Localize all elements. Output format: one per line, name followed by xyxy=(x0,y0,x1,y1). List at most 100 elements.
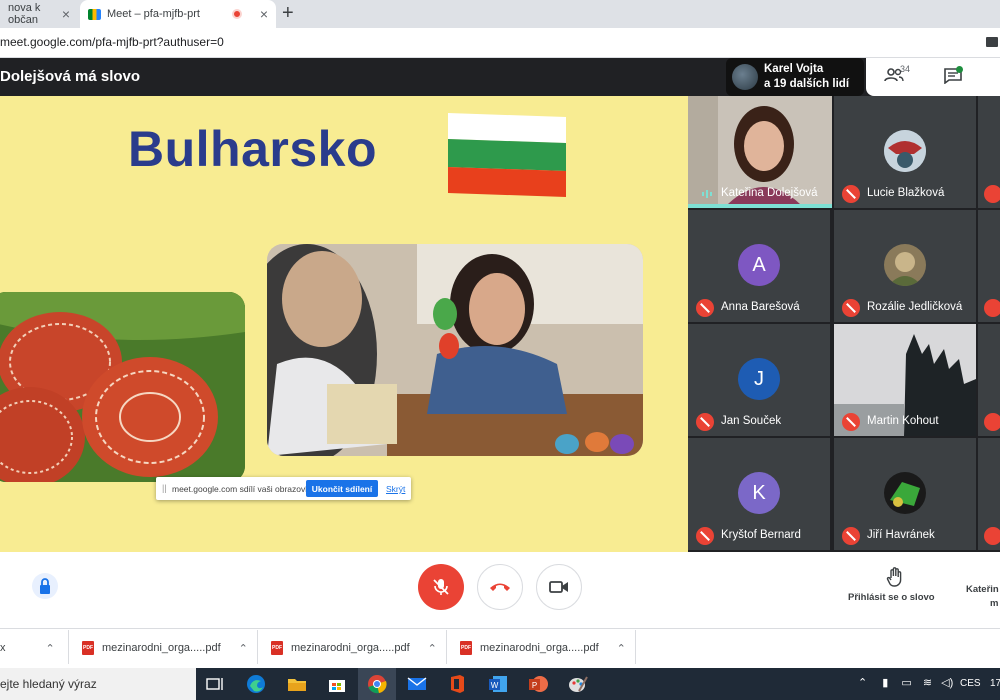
participant-tile[interactable]: K Kryštof Bernard xyxy=(688,438,830,550)
raise-hand-label[interactable]: Přihlásit se o slovo xyxy=(848,592,935,603)
mic-off-icon xyxy=(842,299,860,317)
avatar: K xyxy=(738,472,780,514)
mic-off-icon xyxy=(984,299,1000,317)
tab-label: Meet – pfa-mjfb-prt xyxy=(107,8,200,20)
slide-title: Bulharsko xyxy=(128,121,378,177)
new-tab-button[interactable]: + xyxy=(282,2,294,25)
participant-tile-partial[interactable] xyxy=(978,96,1000,208)
mic-off-icon xyxy=(984,527,1000,545)
avatar xyxy=(884,472,926,514)
avatar: J xyxy=(738,358,780,400)
people-count: 34 xyxy=(900,64,911,74)
participant-tile[interactable]: Rozálie Jedličková xyxy=(834,210,976,322)
participant-name: Martin Kohout xyxy=(867,415,939,427)
camera-icon[interactable] xyxy=(986,37,998,47)
mic-off-icon xyxy=(696,527,714,545)
camera-icon xyxy=(549,581,568,593)
mic-off-icon xyxy=(984,185,1000,203)
download-filename: mezinarodni_orga.....pdf xyxy=(480,642,599,654)
tab-label: nova k občan xyxy=(8,2,41,26)
chevron-up-icon[interactable]: ⌃ xyxy=(617,642,626,655)
file-explorer-icon[interactable] xyxy=(286,673,308,695)
task-view-icon[interactable] xyxy=(204,673,226,695)
mail-icon[interactable] xyxy=(406,673,428,695)
download-item[interactable]: PDF mezinarodni_orga.....pdf ⌃ xyxy=(271,634,437,662)
mic-off-icon xyxy=(696,413,714,431)
participant-tile[interactable]: J Jan Souček xyxy=(688,324,830,436)
paint-icon[interactable] xyxy=(567,673,589,695)
pdf-icon: PDF xyxy=(271,641,283,655)
participant-name: Kateřina Dolejšová xyxy=(721,187,818,199)
pinned-more-people: a 19 dalších lidí xyxy=(764,78,850,90)
download-item[interactable]: PDF mezinarodni_orga.....pdf ⌃ xyxy=(460,634,626,662)
lock-icon[interactable] xyxy=(32,573,58,599)
battery-icon[interactable]: ▭ xyxy=(901,677,911,689)
download-filename: mezinarodni_orga.....pdf xyxy=(291,642,410,654)
mic-off-icon xyxy=(842,413,860,431)
microphone-icon[interactable]: ▮ xyxy=(882,677,888,689)
participant-name: Lucie Blažková xyxy=(867,187,945,199)
chevron-up-icon[interactable]: ⌃ xyxy=(858,677,867,689)
participant-tile[interactable]: A Anna Barešová xyxy=(688,210,830,322)
mic-off-icon xyxy=(842,527,860,545)
url-text[interactable]: meet.google.com/pfa-mjfb-prt?authuser=0 xyxy=(0,35,224,49)
divider xyxy=(635,630,636,664)
bulgaria-flag xyxy=(448,112,566,198)
mic-off-icon xyxy=(984,413,1000,431)
camera-toggle-button[interactable] xyxy=(536,564,582,610)
language-indicator[interactable]: CES xyxy=(960,678,981,689)
participant-tile[interactable]: Kateřina Dolejšová xyxy=(688,96,832,208)
store-icon[interactable] xyxy=(326,673,348,695)
participant-tile-partial[interactable] xyxy=(978,324,1000,436)
drag-handle-icon[interactable]: || xyxy=(162,483,167,493)
participant-name: Anna Barešová xyxy=(721,301,800,313)
clock[interactable]: 17 xyxy=(990,678,1000,689)
wifi-icon[interactable]: ≋ xyxy=(923,677,932,689)
chevron-up-icon[interactable]: ⌃ xyxy=(46,642,55,655)
tab-meet[interactable]: Meet – pfa-mjfb-prt × xyxy=(80,0,276,28)
avatar xyxy=(884,130,926,172)
pdf-icon: PDF xyxy=(82,641,94,655)
avatar xyxy=(732,64,758,90)
download-item[interactable]: x ⌃ xyxy=(0,634,55,662)
participant-tile-partial[interactable] xyxy=(978,210,1000,322)
office-icon[interactable] xyxy=(446,673,468,695)
leave-call-button[interactable] xyxy=(477,564,523,610)
participant-tile[interactable]: Lucie Blažková xyxy=(834,96,976,208)
powerpoint-icon[interactable]: P xyxy=(527,673,549,695)
participant-tile[interactable]: Martin Kohout xyxy=(834,324,976,436)
tab-obcan[interactable]: nova k občan × xyxy=(0,0,78,28)
word-icon[interactable]: W xyxy=(487,673,509,695)
pinned-name: Karel Vojta xyxy=(764,63,824,75)
system-tray[interactable]: ⌃ ▮ ▭ ≋ ◁) xyxy=(858,676,953,689)
svg-text:P: P xyxy=(532,681,537,690)
easter-eggs-photo xyxy=(0,292,245,482)
hide-link[interactable]: Skrýt xyxy=(386,484,405,494)
close-icon[interactable]: × xyxy=(260,6,268,22)
divider xyxy=(257,630,258,664)
download-item[interactable]: PDF mezinarodni_orga.....pdf ⌃ xyxy=(82,634,248,662)
volume-icon[interactable]: ◁) xyxy=(941,677,953,689)
chrome-icon[interactable] xyxy=(366,673,388,695)
avatar xyxy=(884,244,926,286)
participant-tile[interactable]: Jiří Havránek xyxy=(834,438,976,550)
meet-logo-icon xyxy=(88,8,101,20)
edge-icon[interactable] xyxy=(245,673,267,695)
people-painting-eggs-photo xyxy=(267,244,643,456)
raise-hand-icon[interactable] xyxy=(884,566,906,588)
close-icon[interactable]: × xyxy=(62,6,70,22)
divider xyxy=(68,630,69,664)
share-banner-text: meet.google.com sdílí vaši obrazovku. xyxy=(172,484,317,494)
microphone-toggle-button[interactable] xyxy=(418,564,464,610)
stop-sharing-button[interactable]: Ukončit sdílení xyxy=(306,480,378,497)
hang-up-icon xyxy=(490,583,510,591)
participant-tile-partial[interactable] xyxy=(978,438,1000,550)
mic-off-icon xyxy=(433,579,449,595)
chevron-up-icon[interactable]: ⌃ xyxy=(428,642,437,655)
avatar: A xyxy=(738,244,780,286)
participant-name: Kryštof Bernard xyxy=(721,529,801,541)
presenting-label[interactable]: Kateřin m xyxy=(966,583,999,611)
chevron-up-icon[interactable]: ⌃ xyxy=(239,642,248,655)
notification-dot xyxy=(956,66,963,73)
download-filename: x xyxy=(0,642,6,654)
